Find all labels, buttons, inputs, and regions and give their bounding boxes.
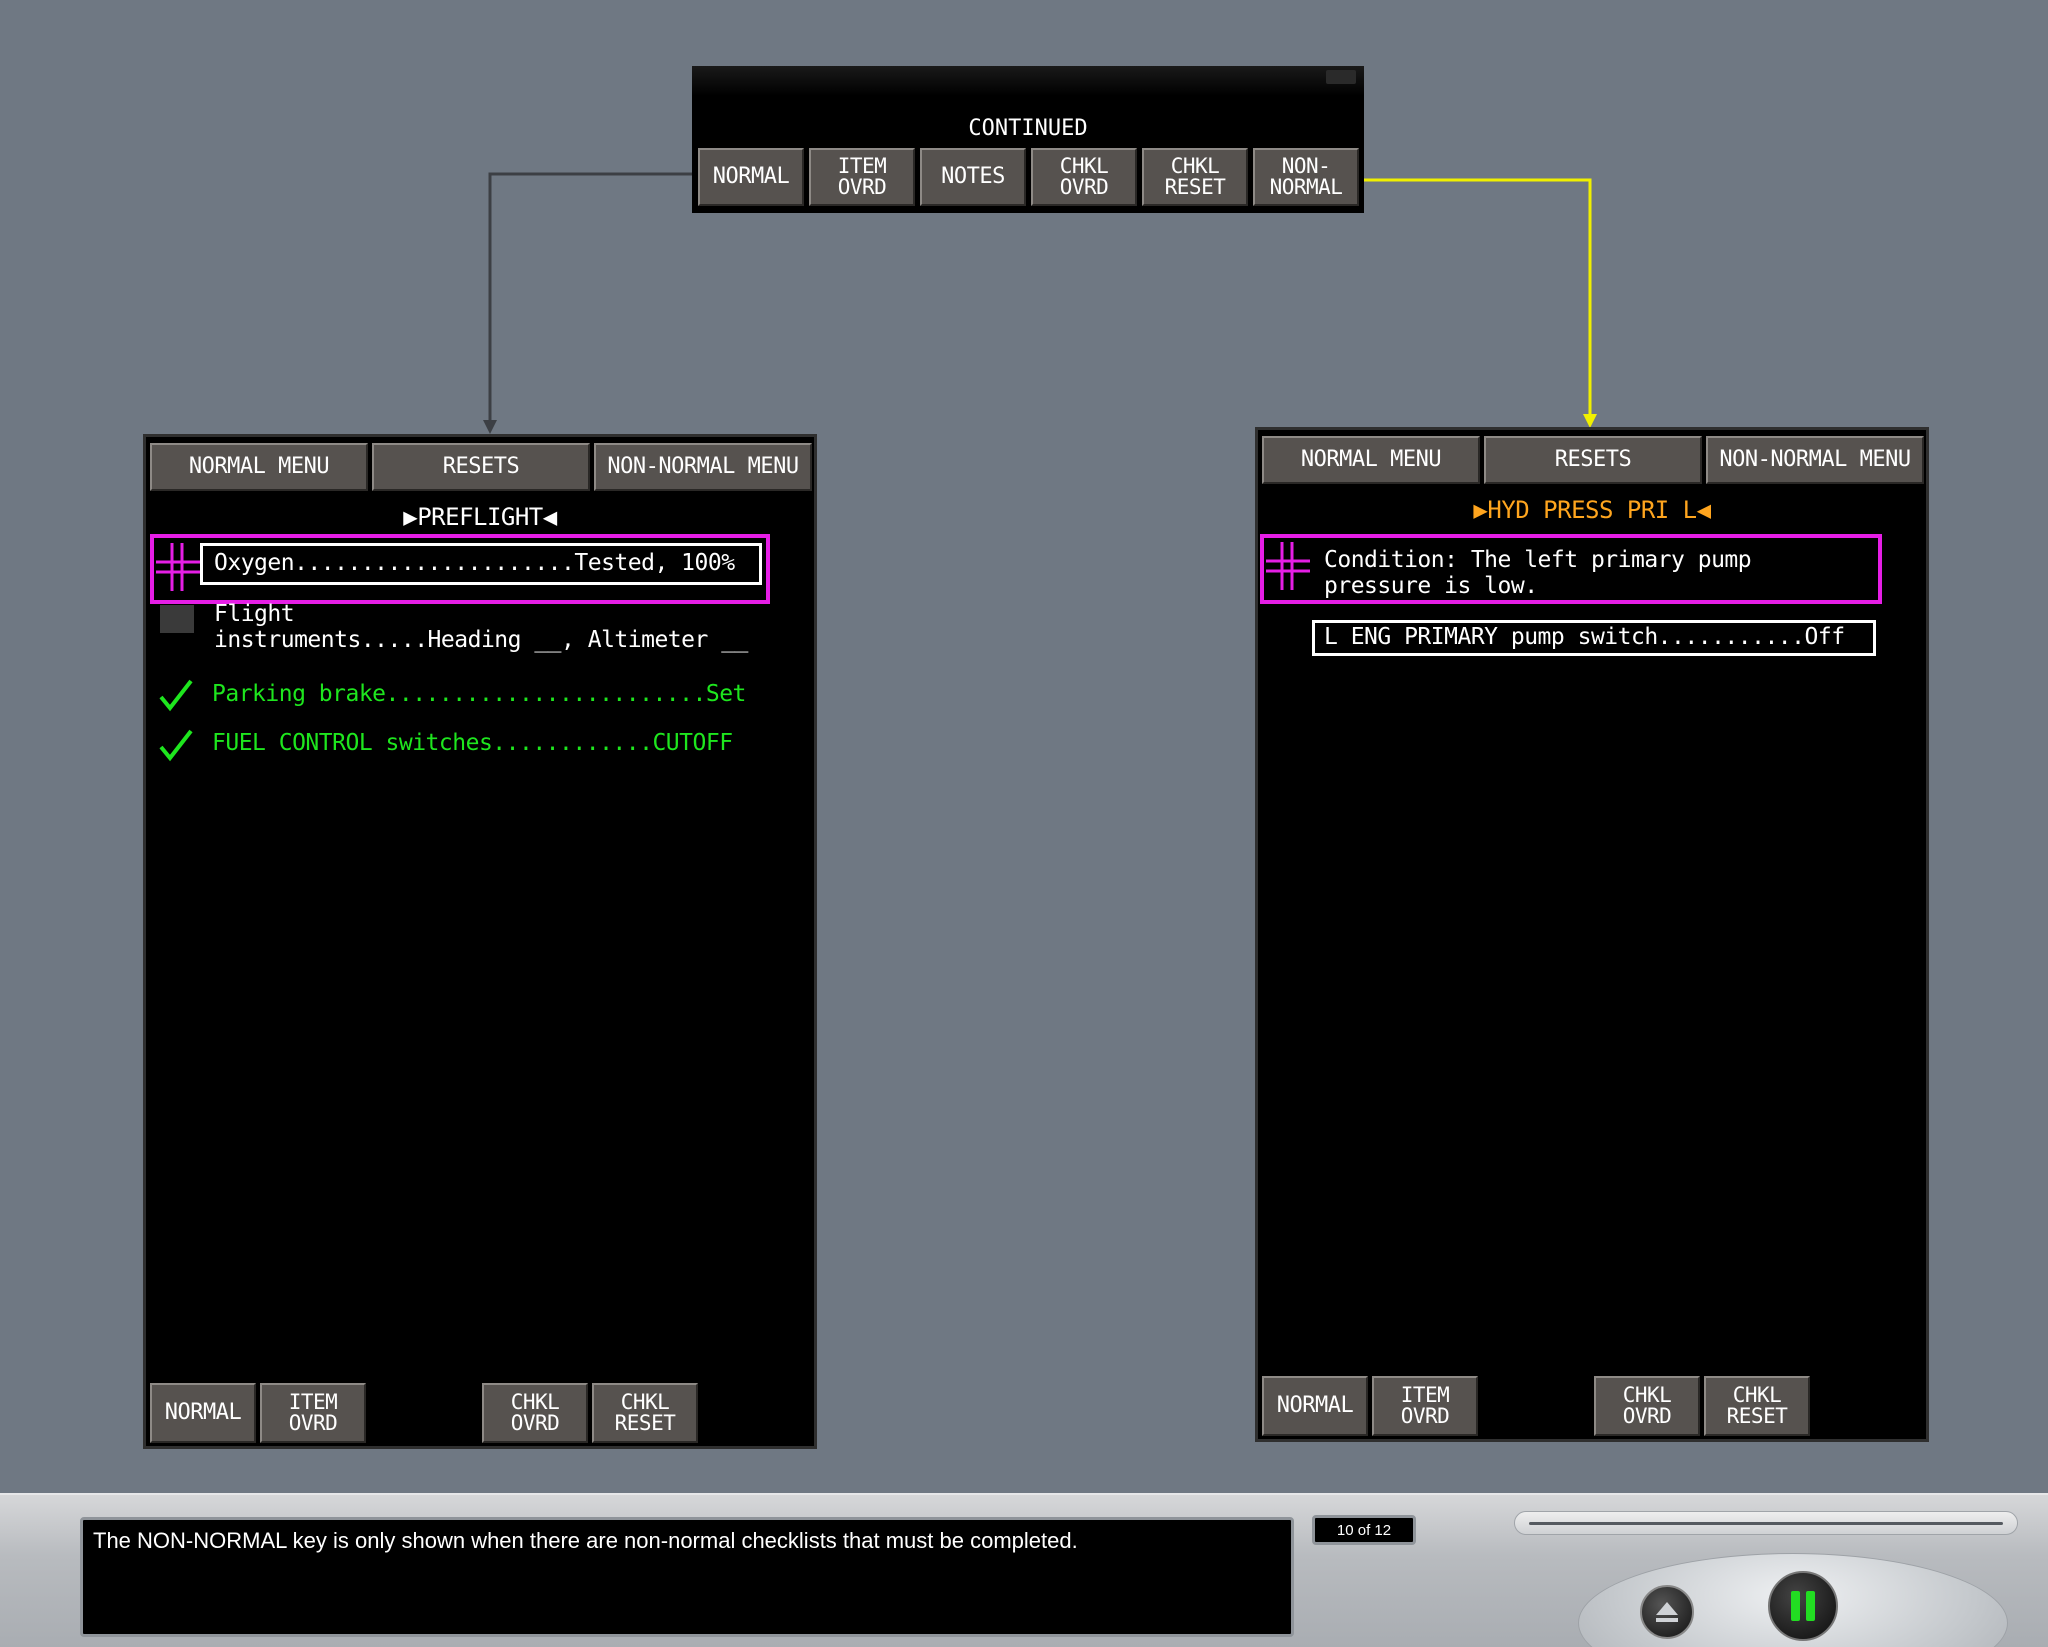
resets-key[interactable]: RESETS bbox=[1484, 436, 1702, 484]
pause-button[interactable] bbox=[1768, 1571, 1838, 1641]
footer-item-ovrd-key[interactable]: ITEM OVRD bbox=[260, 1383, 366, 1443]
checklist-title: ▶HYD PRESS PRI L◀ bbox=[1473, 496, 1711, 524]
checklist-step-l-eng-primary[interactable]: L ENG PRIMARY pump switch...........Off bbox=[1324, 624, 1845, 650]
item-checkbox bbox=[160, 605, 194, 633]
footer-item-ovrd-key[interactable]: ITEM OVRD bbox=[1372, 1376, 1478, 1436]
caption-text: The NON-NORMAL key is only shown when th… bbox=[80, 1517, 1294, 1637]
page-counter: 10 of 12 bbox=[1312, 1515, 1416, 1545]
top-strip-bar bbox=[692, 66, 1364, 96]
progress-groove bbox=[1529, 1522, 2003, 1525]
footer-normal-key[interactable]: NORMAL bbox=[150, 1383, 256, 1443]
connector-normal-arrow bbox=[483, 420, 497, 434]
non-normal-menu-key[interactable]: NON-NORMAL MENU bbox=[1706, 436, 1924, 484]
connector-non-normal bbox=[1358, 178, 1592, 418]
connector-non-normal-arrow bbox=[1583, 414, 1597, 428]
footer-chkl-reset-key[interactable]: CHKL RESET bbox=[1704, 1376, 1810, 1436]
progress-slider[interactable] bbox=[1514, 1511, 2018, 1535]
normal-menu-key[interactable]: NORMAL MENU bbox=[150, 443, 368, 491]
eject-icon bbox=[1656, 1602, 1678, 1622]
footer-chkl-ovrd-key[interactable]: CHKL OVRD bbox=[1594, 1376, 1700, 1436]
cursor-cross-icon bbox=[156, 543, 200, 591]
non-normal-key[interactable]: NON- NORMAL bbox=[1253, 148, 1359, 206]
normal-key[interactable]: NORMAL bbox=[698, 148, 804, 206]
checklist-title: ▶PREFLIGHT◀ bbox=[403, 503, 557, 531]
eject-button[interactable] bbox=[1640, 1585, 1694, 1639]
check-icon bbox=[159, 729, 193, 762]
chkl-ovrd-key[interactable]: CHKL OVRD bbox=[1031, 148, 1137, 206]
checklist-item-parking-brake[interactable]: Parking brake........................Set bbox=[212, 681, 746, 707]
strip-nub bbox=[1326, 70, 1356, 84]
footer-chkl-ovrd-key[interactable]: CHKL OVRD bbox=[482, 1383, 588, 1443]
cursor-cross-icon bbox=[1266, 542, 1310, 590]
checklist-item-fuel-control[interactable]: FUEL CONTROL switches............CUTOFF bbox=[212, 730, 733, 756]
footer-normal-key[interactable]: NORMAL bbox=[1262, 1376, 1368, 1436]
connector-normal bbox=[488, 172, 697, 424]
checklist-item-oxygen[interactable]: Oxygen.....................Tested, 100% bbox=[214, 550, 735, 576]
checklist-item-flight-instruments[interactable]: Flight instruments.....Heading __, Altim… bbox=[214, 601, 748, 653]
player-control-bar: The NON-NORMAL key is only shown when th… bbox=[0, 1493, 2048, 1647]
check-icon bbox=[159, 679, 193, 712]
normal-checklist-display: NORMAL MENU RESETS NON-NORMAL MENU ▶PREF… bbox=[143, 434, 817, 1449]
non-normal-checklist-display: NORMAL MENU RESETS NON-NORMAL MENU ▶HYD … bbox=[1255, 427, 1929, 1442]
resets-key[interactable]: RESETS bbox=[372, 443, 590, 491]
footer-chkl-reset-key[interactable]: CHKL RESET bbox=[592, 1383, 698, 1443]
condition-statement: Condition: The left primary pump pressur… bbox=[1324, 547, 1752, 599]
pause-icon bbox=[1791, 1591, 1815, 1621]
normal-menu-key[interactable]: NORMAL MENU bbox=[1262, 436, 1480, 484]
notes-key[interactable]: NOTES bbox=[920, 148, 1026, 206]
chkl-reset-key[interactable]: CHKL RESET bbox=[1142, 148, 1248, 206]
continued-label: CONTINUED bbox=[968, 116, 1088, 141]
item-ovrd-key[interactable]: ITEM OVRD bbox=[809, 148, 915, 206]
non-normal-menu-key[interactable]: NON-NORMAL MENU bbox=[594, 443, 812, 491]
top-key-strip: CONTINUED NORMAL ITEM OVRD NOTES CHKL OV… bbox=[692, 66, 1364, 213]
